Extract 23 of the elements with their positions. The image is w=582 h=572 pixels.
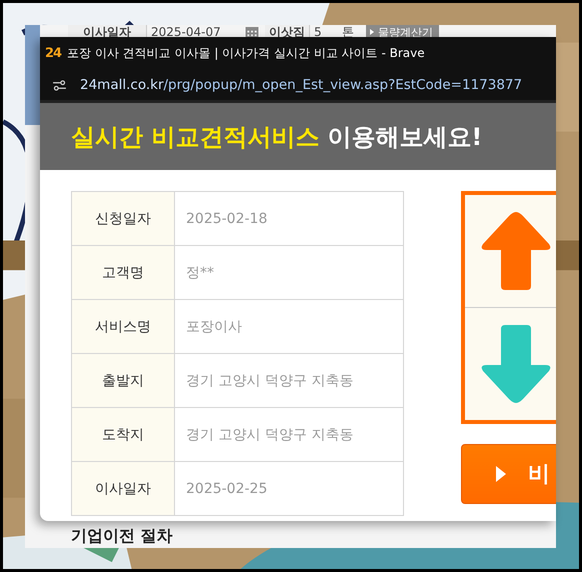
site-settings-icon[interactable] bbox=[53, 80, 66, 90]
table-cell: 경기 고양시 덕양구 지축동 bbox=[174, 354, 404, 408]
logo: 24 bbox=[45, 46, 62, 61]
table-cell: 2025-02-18 bbox=[174, 192, 404, 246]
up-arrow-icon[interactable] bbox=[479, 210, 553, 292]
banner-headline: 실시간 비교견적서비스 bbox=[71, 122, 320, 152]
table-header-cell: 출발지 bbox=[72, 354, 174, 408]
compare-button[interactable]: 비 bbox=[461, 444, 556, 504]
table-header-cell: 이사일자 bbox=[72, 462, 174, 516]
table-header-cell: 신청일자 bbox=[72, 192, 174, 246]
table-cell: 2025-02-25 bbox=[174, 462, 404, 516]
table-header-cell: 고객명 bbox=[72, 246, 174, 300]
table-header-cell: 서비스명 bbox=[72, 300, 174, 354]
window-title: 포장 이사 견적비교 이사몰 | 이사가격 실시간 비교 사이트 - Brave bbox=[67, 45, 425, 62]
play-icon bbox=[370, 29, 374, 35]
calendar-icon[interactable] bbox=[245, 26, 259, 38]
section-heading: 기업이전 절차 bbox=[71, 527, 173, 545]
table-cell: 포장이사 bbox=[174, 300, 404, 354]
banner-headline: 이용해보세요! bbox=[327, 122, 482, 152]
play-icon bbox=[496, 466, 506, 482]
table-cell: 정** bbox=[174, 246, 404, 300]
table-cell: 경기 고양시 덕양구 지축동 bbox=[174, 408, 404, 462]
table-header-cell: 도착지 bbox=[72, 408, 174, 462]
